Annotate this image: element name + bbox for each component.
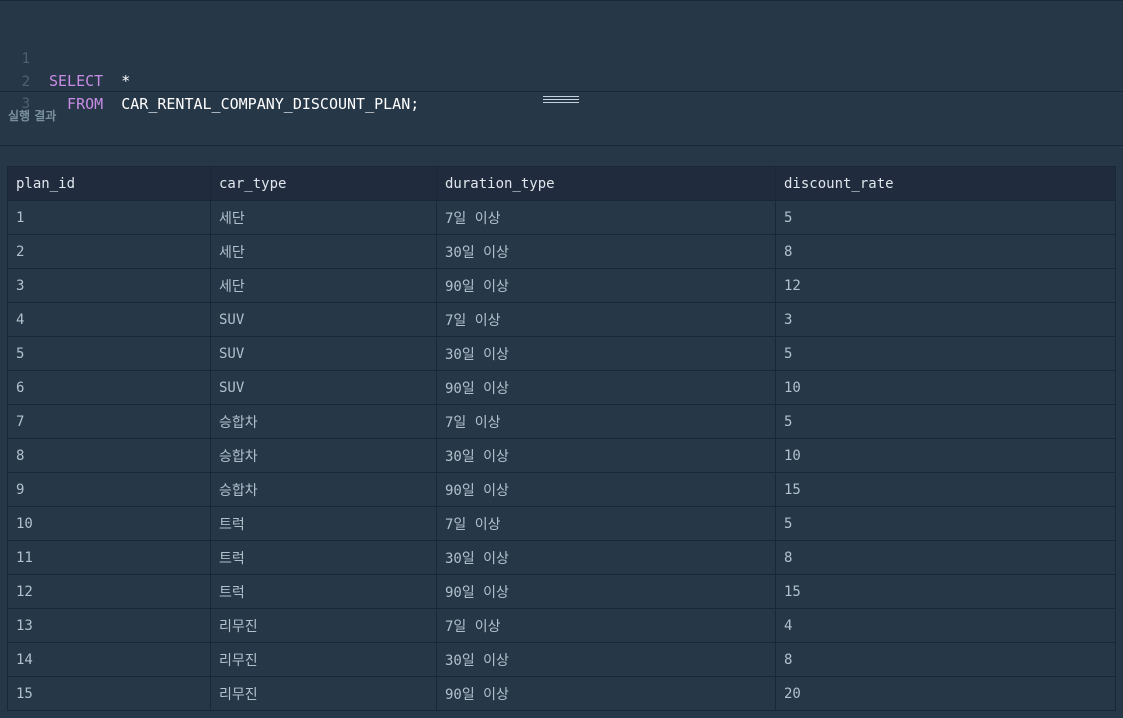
table-row: 10 트럭 7일 이상 5 <box>7 506 1116 541</box>
code-line-1: 1 SELECT * <box>0 26 131 90</box>
table-row: 11 트럭 30일 이상 8 <box>7 540 1116 575</box>
cell-duration-type: 7일 이상 <box>436 608 776 643</box>
cell-car-type: 트럭 <box>210 506 437 541</box>
cell-car-type: 리무진 <box>210 676 437 711</box>
cell-car-type: 트럭 <box>210 574 437 609</box>
table-row: 6 SUV 90일 이상 10 <box>7 370 1116 405</box>
cell-discount-rate: 12 <box>775 268 1116 303</box>
cell-plan-id: 7 <box>7 404 211 439</box>
results-title: 실행 결과 <box>8 109 57 123</box>
cell-plan-id: 1 <box>7 200 211 235</box>
cell-car-type: SUV <box>210 336 437 371</box>
cell-car-type: 리무진 <box>210 642 437 677</box>
cell-discount-rate: 15 <box>775 472 1116 507</box>
code-line-3: 3 <box>0 71 54 112</box>
sql-workspace: 1 SELECT * 2 FROM CAR_RENTAL_COMPANY_DIS… <box>0 0 1123 718</box>
cell-duration-type: 90일 이상 <box>436 370 776 405</box>
cell-discount-rate: 10 <box>775 438 1116 473</box>
table-row: 15 리무진 90일 이상 20 <box>7 676 1116 711</box>
cell-duration-type: 90일 이상 <box>436 268 776 303</box>
cell-discount-rate: 15 <box>775 574 1116 609</box>
cell-plan-id: 4 <box>7 302 211 337</box>
column-header-duration-type: duration_type <box>436 166 776 201</box>
cell-duration-type: 30일 이상 <box>436 642 776 677</box>
cell-discount-rate: 5 <box>775 200 1116 235</box>
cell-car-type: 리무진 <box>210 608 437 643</box>
table-row: 9 승합차 90일 이상 15 <box>7 472 1116 507</box>
cell-duration-type: 90일 이상 <box>436 574 776 609</box>
cell-discount-rate: 8 <box>775 540 1116 575</box>
table-row: 5 SUV 30일 이상 5 <box>7 336 1116 371</box>
cell-car-type: 세단 <box>210 268 437 303</box>
cell-duration-type: 7일 이상 <box>436 404 776 439</box>
cell-plan-id: 12 <box>7 574 211 609</box>
cell-discount-rate: 5 <box>775 404 1116 439</box>
sql-keyword-select: SELECT <box>49 72 104 90</box>
cell-duration-type: 7일 이상 <box>436 302 776 337</box>
code-line-2: 2 FROM CAR_RENTAL_COMPANY_DISCOUNT_PLAN; <box>0 49 420 113</box>
cell-duration-type: 90일 이상 <box>436 676 776 711</box>
table-row: 14 리무진 30일 이상 8 <box>7 642 1116 677</box>
cell-discount-rate: 8 <box>775 642 1116 677</box>
cell-duration-type: 7일 이상 <box>436 200 776 235</box>
cell-discount-rate: 20 <box>775 676 1116 711</box>
cell-car-type: SUV <box>210 370 437 405</box>
table-row: 7 승합차 7일 이상 5 <box>7 404 1116 439</box>
column-header-discount-rate: discount_rate <box>775 166 1116 201</box>
table-row: 2 세단 30일 이상 8 <box>7 234 1116 269</box>
cell-car-type: 세단 <box>210 200 437 235</box>
cell-duration-type: 30일 이상 <box>436 438 776 473</box>
cell-car-type: 승합차 <box>210 438 437 473</box>
cell-plan-id: 8 <box>7 438 211 473</box>
cell-duration-type: 30일 이상 <box>436 540 776 575</box>
column-header-plan-id: plan_id <box>7 166 211 201</box>
cell-plan-id: 2 <box>7 234 211 269</box>
cell-duration-type: 30일 이상 <box>436 336 776 371</box>
cell-plan-id: 6 <box>7 370 211 405</box>
sql-table-name: CAR_RENTAL_COMPANY_DISCOUNT_PLAN; <box>103 95 420 113</box>
cell-plan-id: 14 <box>7 642 211 677</box>
table-row: 1 세단 7일 이상 5 <box>7 200 1116 235</box>
cell-duration-type: 30일 이상 <box>436 234 776 269</box>
cell-discount-rate: 5 <box>775 506 1116 541</box>
cell-duration-type: 90일 이상 <box>436 472 776 507</box>
cell-car-type: SUV <box>210 302 437 337</box>
cell-discount-rate: 3 <box>775 302 1116 337</box>
cell-car-type: 트럭 <box>210 540 437 575</box>
cell-plan-id: 10 <box>7 506 211 541</box>
cell-plan-id: 5 <box>7 336 211 371</box>
cell-plan-id: 9 <box>7 472 211 507</box>
table-row: 12 트럭 90일 이상 15 <box>7 574 1116 609</box>
table-row: 8 승합차 30일 이상 10 <box>7 438 1116 473</box>
cell-car-type: 승합차 <box>210 472 437 507</box>
cell-discount-rate: 10 <box>775 370 1116 405</box>
cell-plan-id: 15 <box>7 676 211 711</box>
cell-discount-rate: 4 <box>775 608 1116 643</box>
pane-splitter <box>0 91 1123 92</box>
cell-duration-type: 7일 이상 <box>436 506 776 541</box>
cell-car-type: 세단 <box>210 234 437 269</box>
results-table: plan_id car_type duration_type discount_… <box>7 166 1116 711</box>
sql-select-target: * <box>103 72 131 90</box>
sql-editor[interactable]: 1 SELECT * 2 FROM CAR_RENTAL_COMPANY_DIS… <box>0 0 1123 113</box>
table-row: 4 SUV 7일 이상 3 <box>7 302 1116 337</box>
cell-plan-id: 13 <box>7 608 211 643</box>
cell-discount-rate: 5 <box>775 336 1116 371</box>
sql-keyword-from: FROM <box>49 95 104 113</box>
column-header-car-type: car_type <box>210 166 437 201</box>
table-row: 13 리무진 7일 이상 4 <box>7 608 1116 643</box>
cell-plan-id: 11 <box>7 540 211 575</box>
resize-handle-icon[interactable] <box>543 96 579 104</box>
cell-car-type: 승합차 <box>210 404 437 439</box>
table-header-row: plan_id car_type duration_type discount_… <box>7 166 1116 201</box>
cell-discount-rate: 8 <box>775 234 1116 269</box>
table-row: 3 세단 90일 이상 12 <box>7 268 1116 303</box>
cell-plan-id: 3 <box>7 268 211 303</box>
results-divider <box>0 145 1123 146</box>
